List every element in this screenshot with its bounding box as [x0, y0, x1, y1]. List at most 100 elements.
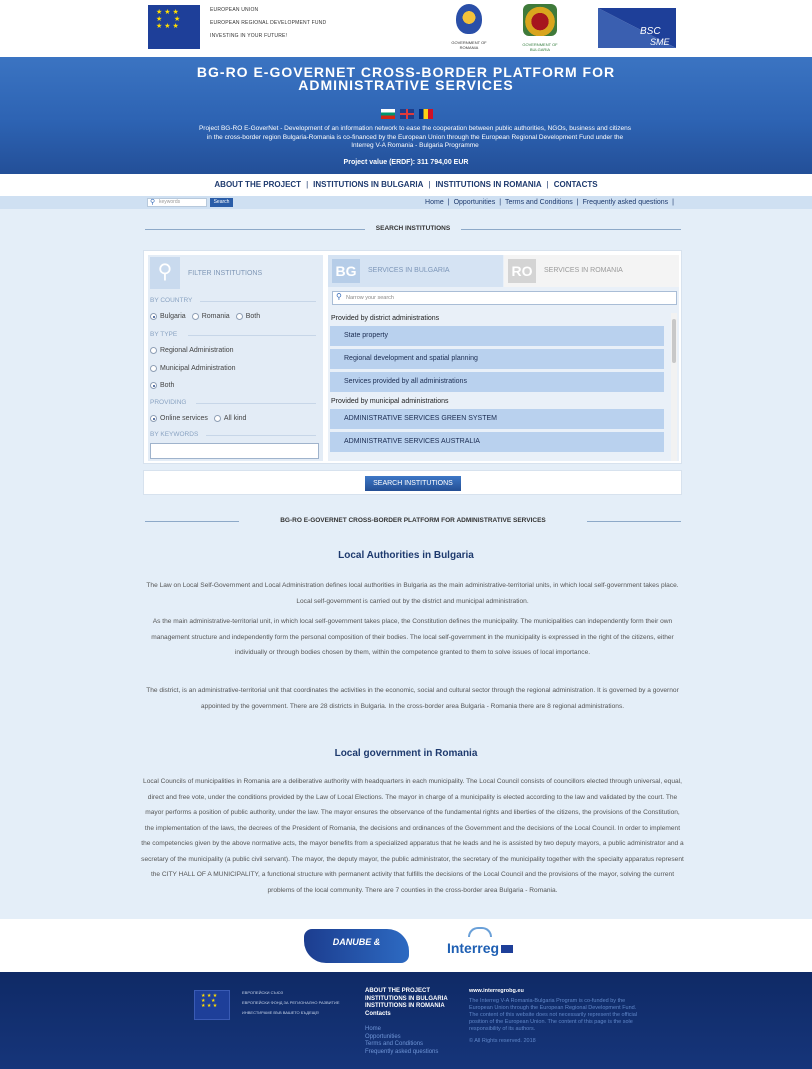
services-scrollbar[interactable]	[671, 313, 677, 461]
eu-line: INVESTING IN YOUR FUTURE!	[210, 33, 288, 39]
link-opportunities[interactable]: Opportunities	[454, 199, 496, 206]
radio-country-both[interactable]: Both	[235, 313, 260, 320]
footer-nav: ABOUT THE PROJECT INSTITUTIONS IN BULGAR…	[365, 988, 448, 1056]
keyword-search-input[interactable]: ⚲ keywords	[147, 198, 207, 207]
partner-logos: DANUBE & Interreg	[0, 919, 812, 972]
filter-label: FILTER INSTITUTIONS	[188, 270, 263, 277]
services-tabs: BG SERVICES IN BULGARIA RO SERVICES IN R…	[328, 255, 679, 287]
radio-type-both[interactable]: Both	[150, 382, 174, 389]
nav-separator: |	[306, 180, 309, 189]
service-item-all-administrations[interactable]: Services provided by all administrations	[330, 372, 664, 392]
footer-copyright: © All Rights reserved. 2018	[469, 1038, 536, 1044]
radio-label: Online services	[160, 415, 208, 422]
tab-services-bulgaria[interactable]: BG SERVICES IN BULGARIA	[328, 255, 503, 287]
link-terms[interactable]: Terms and Conditions	[505, 199, 573, 206]
nav-about-project[interactable]: ABOUT THE PROJECT	[214, 180, 301, 189]
heading-local-government-romania: Local government in Romania	[334, 748, 478, 759]
eu-flag-logo: ★ ★ ★ ★ ★ ★ ★ ★	[148, 5, 200, 49]
link-separator: |	[576, 199, 579, 206]
radio-dot	[150, 347, 157, 354]
service-item-regional-development[interactable]: Regional development and spatial plannin…	[330, 349, 664, 369]
by-country-heading: BY COUNTRY	[150, 297, 318, 304]
nav-separator: |	[428, 180, 431, 189]
radio-all-kind[interactable]: All kind	[213, 415, 247, 422]
eu-line: EUROPEAN REGIONAL DEVELOPMENT FUND	[210, 20, 327, 26]
footer-info: www.interregrobg.eu The Interreg V-A Rom…	[469, 988, 639, 1045]
danube-text: DANUBE &	[332, 937, 381, 947]
gov-ro-caption: GOVERNMENT OF ROMANIA	[451, 40, 487, 50]
project-value: Project value (ERDF): 311 794,00 EUR	[343, 159, 469, 166]
search-panel: ⚲ FILTER INSTITUTIONS BY COUNTRY Bulgari…	[143, 250, 682, 464]
english-flag-icon[interactable]	[400, 109, 414, 119]
gov-bg-caption: GOVERNMENT OF BULGARIA	[522, 42, 558, 52]
footer-link-faq[interactable]: Frequently asked questions	[365, 1049, 448, 1057]
footer-link-contacts[interactable]: Contacts	[365, 1011, 448, 1019]
radio-type-regional[interactable]: Regional Administration	[150, 347, 234, 354]
paragraph-romania-councils: Local Councils of municipalities in Roma…	[141, 778, 684, 894]
radio-country-romania[interactable]: Romania	[191, 313, 230, 320]
eu-line: EUROPEAN UNION	[210, 7, 259, 13]
radio-country-bulgaria[interactable]: Bulgaria	[150, 313, 186, 320]
nav-institutions-romania[interactable]: INSTITUTIONS IN ROMANIA	[435, 180, 541, 189]
keywords-filter-input[interactable]	[150, 443, 319, 459]
footer-link-terms[interactable]: Terms and Conditions	[365, 1041, 448, 1049]
footer-disclaimer: The Interreg V-A Romania-Bulgaria Progra…	[469, 998, 638, 1032]
footer-link-institutions-bulgaria[interactable]: INSTITUTIONS IN BULGARIA	[365, 996, 448, 1004]
service-item-green-system[interactable]: ADMINISTRATIVE SERVICES GREEN SYSTEM	[330, 409, 664, 429]
providing-heading: PROVIDING	[150, 399, 319, 406]
narrow-search-input[interactable]: ⚲ Narrow your search	[332, 291, 677, 305]
platform-section-title: BG-RO E-GOVERNET CROSS-BORDER PLATFORM F…	[145, 516, 681, 526]
tab-services-romania[interactable]: RO SERVICES IN ROMANIA	[504, 255, 679, 287]
footer-eu-text: ЕВРОПЕЙСКИ СЪЮЗ ЕВРОПЕЙСКИ ФОНД ЗА РЕГИО…	[242, 990, 340, 1020]
bsc-text: BSC	[640, 26, 661, 37]
search-icon: ⚲	[336, 292, 342, 301]
keyword-search-button[interactable]: Search	[210, 198, 233, 207]
radio-online-services[interactable]: Online services	[150, 415, 208, 422]
radio-label: Romania	[201, 313, 230, 320]
nav-contacts[interactable]: CONTACTS	[554, 180, 598, 189]
scrollbar-thumb[interactable]	[672, 319, 676, 363]
romanian-flag-icon[interactable]	[419, 109, 433, 119]
filter-header: ⚲ FILTER INSTITUTIONS	[148, 255, 323, 291]
radio-dot	[235, 313, 243, 320]
radio-type-municipal[interactable]: Municipal Administration	[150, 365, 235, 372]
eu-funding-text: EUROPEAN UNION EUROPEAN REGIONAL DEVELOP…	[210, 7, 326, 46]
footer-link-opportunities[interactable]: Opportunities	[365, 1034, 448, 1042]
radio-dot	[213, 415, 221, 422]
by-type-heading: BY TYPE	[150, 331, 318, 338]
nav-institutions-bulgaria[interactable]: INSTITUTIONS IN BULGARIA	[313, 180, 423, 189]
footer-eu-flag-icon: ★ ★ ★ ★ ★ ★ ★ ★	[194, 990, 230, 1020]
radio-label: Municipal Administration	[160, 365, 236, 372]
interreg-logo: Interreg	[440, 927, 520, 967]
link-separator: |	[672, 199, 674, 206]
radio-label: All kind	[223, 415, 247, 422]
bulgarian-flag-icon[interactable]	[381, 109, 395, 119]
footer-link-about[interactable]: ABOUT THE PROJECT	[365, 988, 448, 996]
tab-label: SERVICES IN BULGARIA	[368, 267, 450, 274]
group-heading-district: Provided by district administrations	[331, 315, 440, 322]
filter-panel: ⚲ FILTER INSTITUTIONS BY COUNTRY Bulgari…	[148, 255, 323, 461]
project-description: Project BG-RO E-GoverNet - Development o…	[198, 125, 632, 149]
paragraph-bulgaria-district: The district, is an administrative-terri…	[146, 687, 679, 710]
site-title: BG-RO E-GOVERNET CROSS-BORDER PLATFORM F…	[196, 64, 616, 93]
interreg-arc-icon	[468, 927, 492, 937]
sub-nav: ⚲ keywords Search Home | Opportunities | Ter…	[0, 196, 812, 209]
footer-link-home[interactable]: Home	[365, 1026, 448, 1034]
footer-eu-line: ИНВЕСТИРАМЕ ВЪВ ВАШЕТО БЪДЕЩЕ!	[242, 1010, 320, 1015]
link-separator: |	[499, 199, 502, 206]
footer-link-institutions-romania[interactable]: INSTITUTIONS IN ROMANIA	[365, 1003, 448, 1011]
radio-label: Bulgaria	[160, 313, 186, 320]
secondary-links: Home | Opportunities | Terms and Conditions |…	[425, 196, 678, 209]
search-institutions-button[interactable]: SEARCH INSTITUTIONS	[365, 476, 461, 491]
service-item-state-property[interactable]: State property	[330, 326, 664, 346]
keyword-placeholder: keywords	[159, 199, 181, 205]
link-home[interactable]: Home	[425, 199, 444, 206]
footer-nav-spacer	[365, 1018, 448, 1026]
search-button-bar: SEARCH INSTITUTIONS	[143, 470, 682, 495]
service-item-australia[interactable]: ADMINISTRATIVE SERVICES AUSTRALIA	[330, 432, 664, 452]
government-of-romania-logo: GOVERNMENT OF ROMANIA	[444, 4, 494, 54]
link-faq[interactable]: Frequently asked questions	[583, 199, 669, 206]
footer-site-link[interactable]: www.interregrobg.eu	[469, 988, 639, 995]
romania-crest-icon	[456, 4, 482, 34]
bulgaria-crest-icon	[523, 4, 557, 36]
